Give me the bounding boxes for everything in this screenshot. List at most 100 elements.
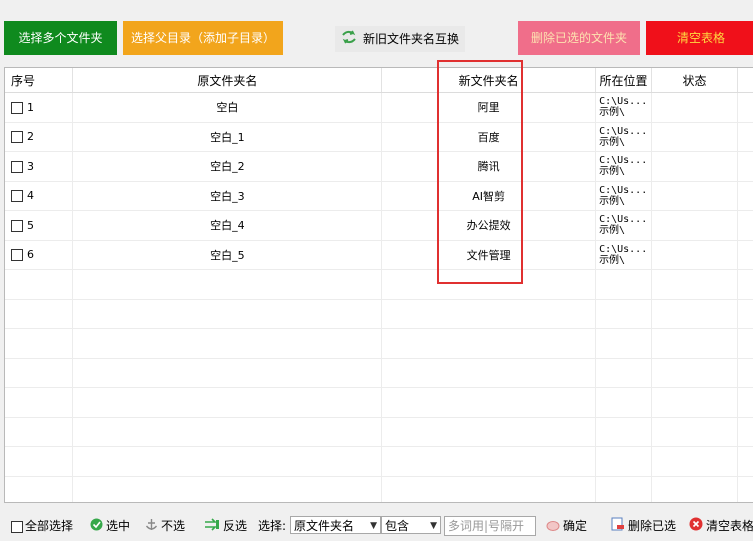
row-checkbox[interactable] bbox=[11, 219, 23, 232]
select-label: 选择: bbox=[258, 519, 287, 533]
old-name-cell: 空白_3 bbox=[72, 181, 383, 211]
location-line-2: 示例\ bbox=[599, 225, 626, 237]
empty-cell bbox=[5, 387, 74, 418]
row-checkbox[interactable] bbox=[11, 101, 23, 114]
select-parent-dir-button[interactable]: 选择父目录（添加子目录） bbox=[123, 21, 283, 55]
status-cell bbox=[651, 240, 738, 270]
confirm-icon bbox=[546, 517, 560, 537]
confirm-label: 确定 bbox=[563, 519, 588, 533]
clear-table-bottom-button[interactable]: 清空表格 bbox=[689, 516, 753, 536]
old-name-cell: 空白_1 bbox=[72, 122, 383, 152]
empty-table-row bbox=[5, 328, 753, 359]
confirm-button[interactable]: 确定 bbox=[546, 516, 587, 536]
table-row[interactable]: 1 空白 阿里 C:\Us... 示例\ bbox=[5, 92, 753, 123]
extra-cell bbox=[737, 151, 753, 182]
table-row[interactable]: 3 空白_2 腾讯 C:\Us... 示例\ bbox=[5, 151, 753, 182]
seq-cell[interactable]: 1 bbox=[5, 92, 74, 123]
empty-cell bbox=[595, 446, 653, 477]
select-all-label: 全部选择 bbox=[25, 519, 74, 533]
empty-cell bbox=[651, 387, 738, 418]
status-cell bbox=[651, 181, 738, 211]
field-select[interactable]: 原文件夹名 ▼ bbox=[290, 516, 381, 534]
table-row[interactable]: 2 空白_1 百度 C:\Us... 示例\ bbox=[5, 122, 753, 152]
chevron-down-icon: ▼ bbox=[430, 521, 437, 531]
seq-cell[interactable]: 3 bbox=[5, 151, 74, 182]
empty-cell bbox=[72, 358, 383, 388]
column-header-old-name[interactable]: 原文件夹名 bbox=[72, 68, 383, 93]
seq-number: 3 bbox=[27, 159, 34, 173]
location-cell: C:\Us... 示例\ bbox=[595, 151, 653, 182]
delete-doc-icon bbox=[611, 517, 625, 537]
location-cell: C:\Us... 示例\ bbox=[595, 181, 653, 211]
empty-cell bbox=[737, 446, 753, 477]
empty-cell bbox=[737, 476, 753, 502]
empty-cell bbox=[651, 476, 738, 502]
delete-selected-folders-button[interactable]: 删除已选的文件夹 bbox=[518, 21, 640, 55]
empty-cell bbox=[737, 328, 753, 359]
empty-cell bbox=[72, 269, 383, 300]
empty-cell bbox=[381, 387, 597, 418]
swap-names-button[interactable]: 新旧文件夹名互换 bbox=[335, 26, 465, 52]
row-checkbox[interactable] bbox=[11, 190, 23, 203]
column-header-status[interactable]: 状态 bbox=[651, 68, 738, 93]
empty-cell bbox=[595, 417, 653, 447]
column-header-location[interactable]: 所在位置 bbox=[595, 68, 653, 93]
column-header-seq[interactable]: 序号 bbox=[5, 68, 74, 93]
empty-table-row bbox=[5, 417, 753, 447]
location-cell: C:\Us... 示例\ bbox=[595, 240, 653, 270]
location-line-2: 示例\ bbox=[599, 166, 626, 178]
seq-cell[interactable]: 2 bbox=[5, 122, 74, 152]
column-header-new-name[interactable]: 新文件夹名 bbox=[381, 68, 597, 93]
seq-number: 6 bbox=[27, 248, 34, 262]
row-checkbox[interactable] bbox=[11, 131, 23, 144]
empty-cell bbox=[595, 328, 653, 359]
seq-cell[interactable]: 6 bbox=[5, 240, 74, 270]
table-row[interactable]: 4 空白_3 AI智剪 C:\Us... 示例\ bbox=[5, 181, 753, 211]
empty-cell bbox=[595, 476, 653, 502]
empty-cell bbox=[381, 446, 597, 477]
uncheck-label: 不选 bbox=[161, 519, 186, 533]
swap-arrows-icon bbox=[341, 27, 357, 53]
invert-button[interactable]: 反选 bbox=[204, 516, 247, 536]
column-header-extra bbox=[737, 68, 753, 93]
new-name-cell: 办公提效 bbox=[381, 210, 597, 241]
empty-cell bbox=[381, 358, 597, 388]
chevron-down-icon: ▼ bbox=[370, 521, 377, 531]
keyword-input[interactable]: 多词用|号隔开 bbox=[444, 516, 536, 536]
location-line-1: C:\Us... bbox=[599, 214, 648, 226]
location-line-2: 示例\ bbox=[599, 195, 626, 207]
location-line-1: C:\Us... bbox=[599, 125, 648, 137]
row-checkbox[interactable] bbox=[11, 249, 23, 262]
check-button[interactable]: 选中 bbox=[90, 516, 130, 536]
new-name-cell: AI智剪 bbox=[381, 181, 597, 211]
empty-cell bbox=[72, 417, 383, 447]
empty-cell bbox=[381, 328, 597, 359]
empty-cell bbox=[737, 387, 753, 418]
status-cell bbox=[651, 210, 738, 241]
location-line-2: 示例\ bbox=[599, 254, 626, 266]
status-cell bbox=[651, 92, 738, 123]
location-cell: C:\Us... 示例\ bbox=[595, 92, 653, 123]
location-line-1: C:\Us... bbox=[599, 155, 648, 167]
seq-cell[interactable]: 5 bbox=[5, 210, 74, 241]
select-multi-folders-button[interactable]: 选择多个文件夹 bbox=[4, 21, 117, 55]
invert-arrows-icon bbox=[204, 517, 220, 537]
table-row[interactable]: 5 空白_4 办公提效 C:\Us... 示例\ bbox=[5, 210, 753, 241]
empty-cell bbox=[651, 358, 738, 388]
location-cell: C:\Us... 示例\ bbox=[595, 122, 653, 152]
empty-cell bbox=[381, 299, 597, 329]
new-name-cell: 百度 bbox=[381, 122, 597, 152]
empty-table-row bbox=[5, 358, 753, 388]
select-all-checkbox[interactable]: 全部选择 bbox=[11, 516, 73, 536]
check-label: 选中 bbox=[106, 519, 131, 533]
match-select[interactable]: 包含 ▼ bbox=[381, 516, 441, 534]
uncheck-button[interactable]: 不选 bbox=[145, 516, 185, 536]
empty-cell bbox=[651, 446, 738, 477]
empty-cell bbox=[72, 387, 383, 418]
clear-table-button[interactable]: 清空表格 bbox=[646, 21, 753, 55]
row-checkbox[interactable] bbox=[11, 160, 23, 173]
seq-cell[interactable]: 4 bbox=[5, 181, 74, 211]
table-row[interactable]: 6 空白_5 文件管理 C:\Us... 示例\ bbox=[5, 240, 753, 270]
location-line-1: C:\Us... bbox=[599, 96, 648, 108]
delete-selected-button[interactable]: 删除已选 bbox=[611, 516, 676, 536]
